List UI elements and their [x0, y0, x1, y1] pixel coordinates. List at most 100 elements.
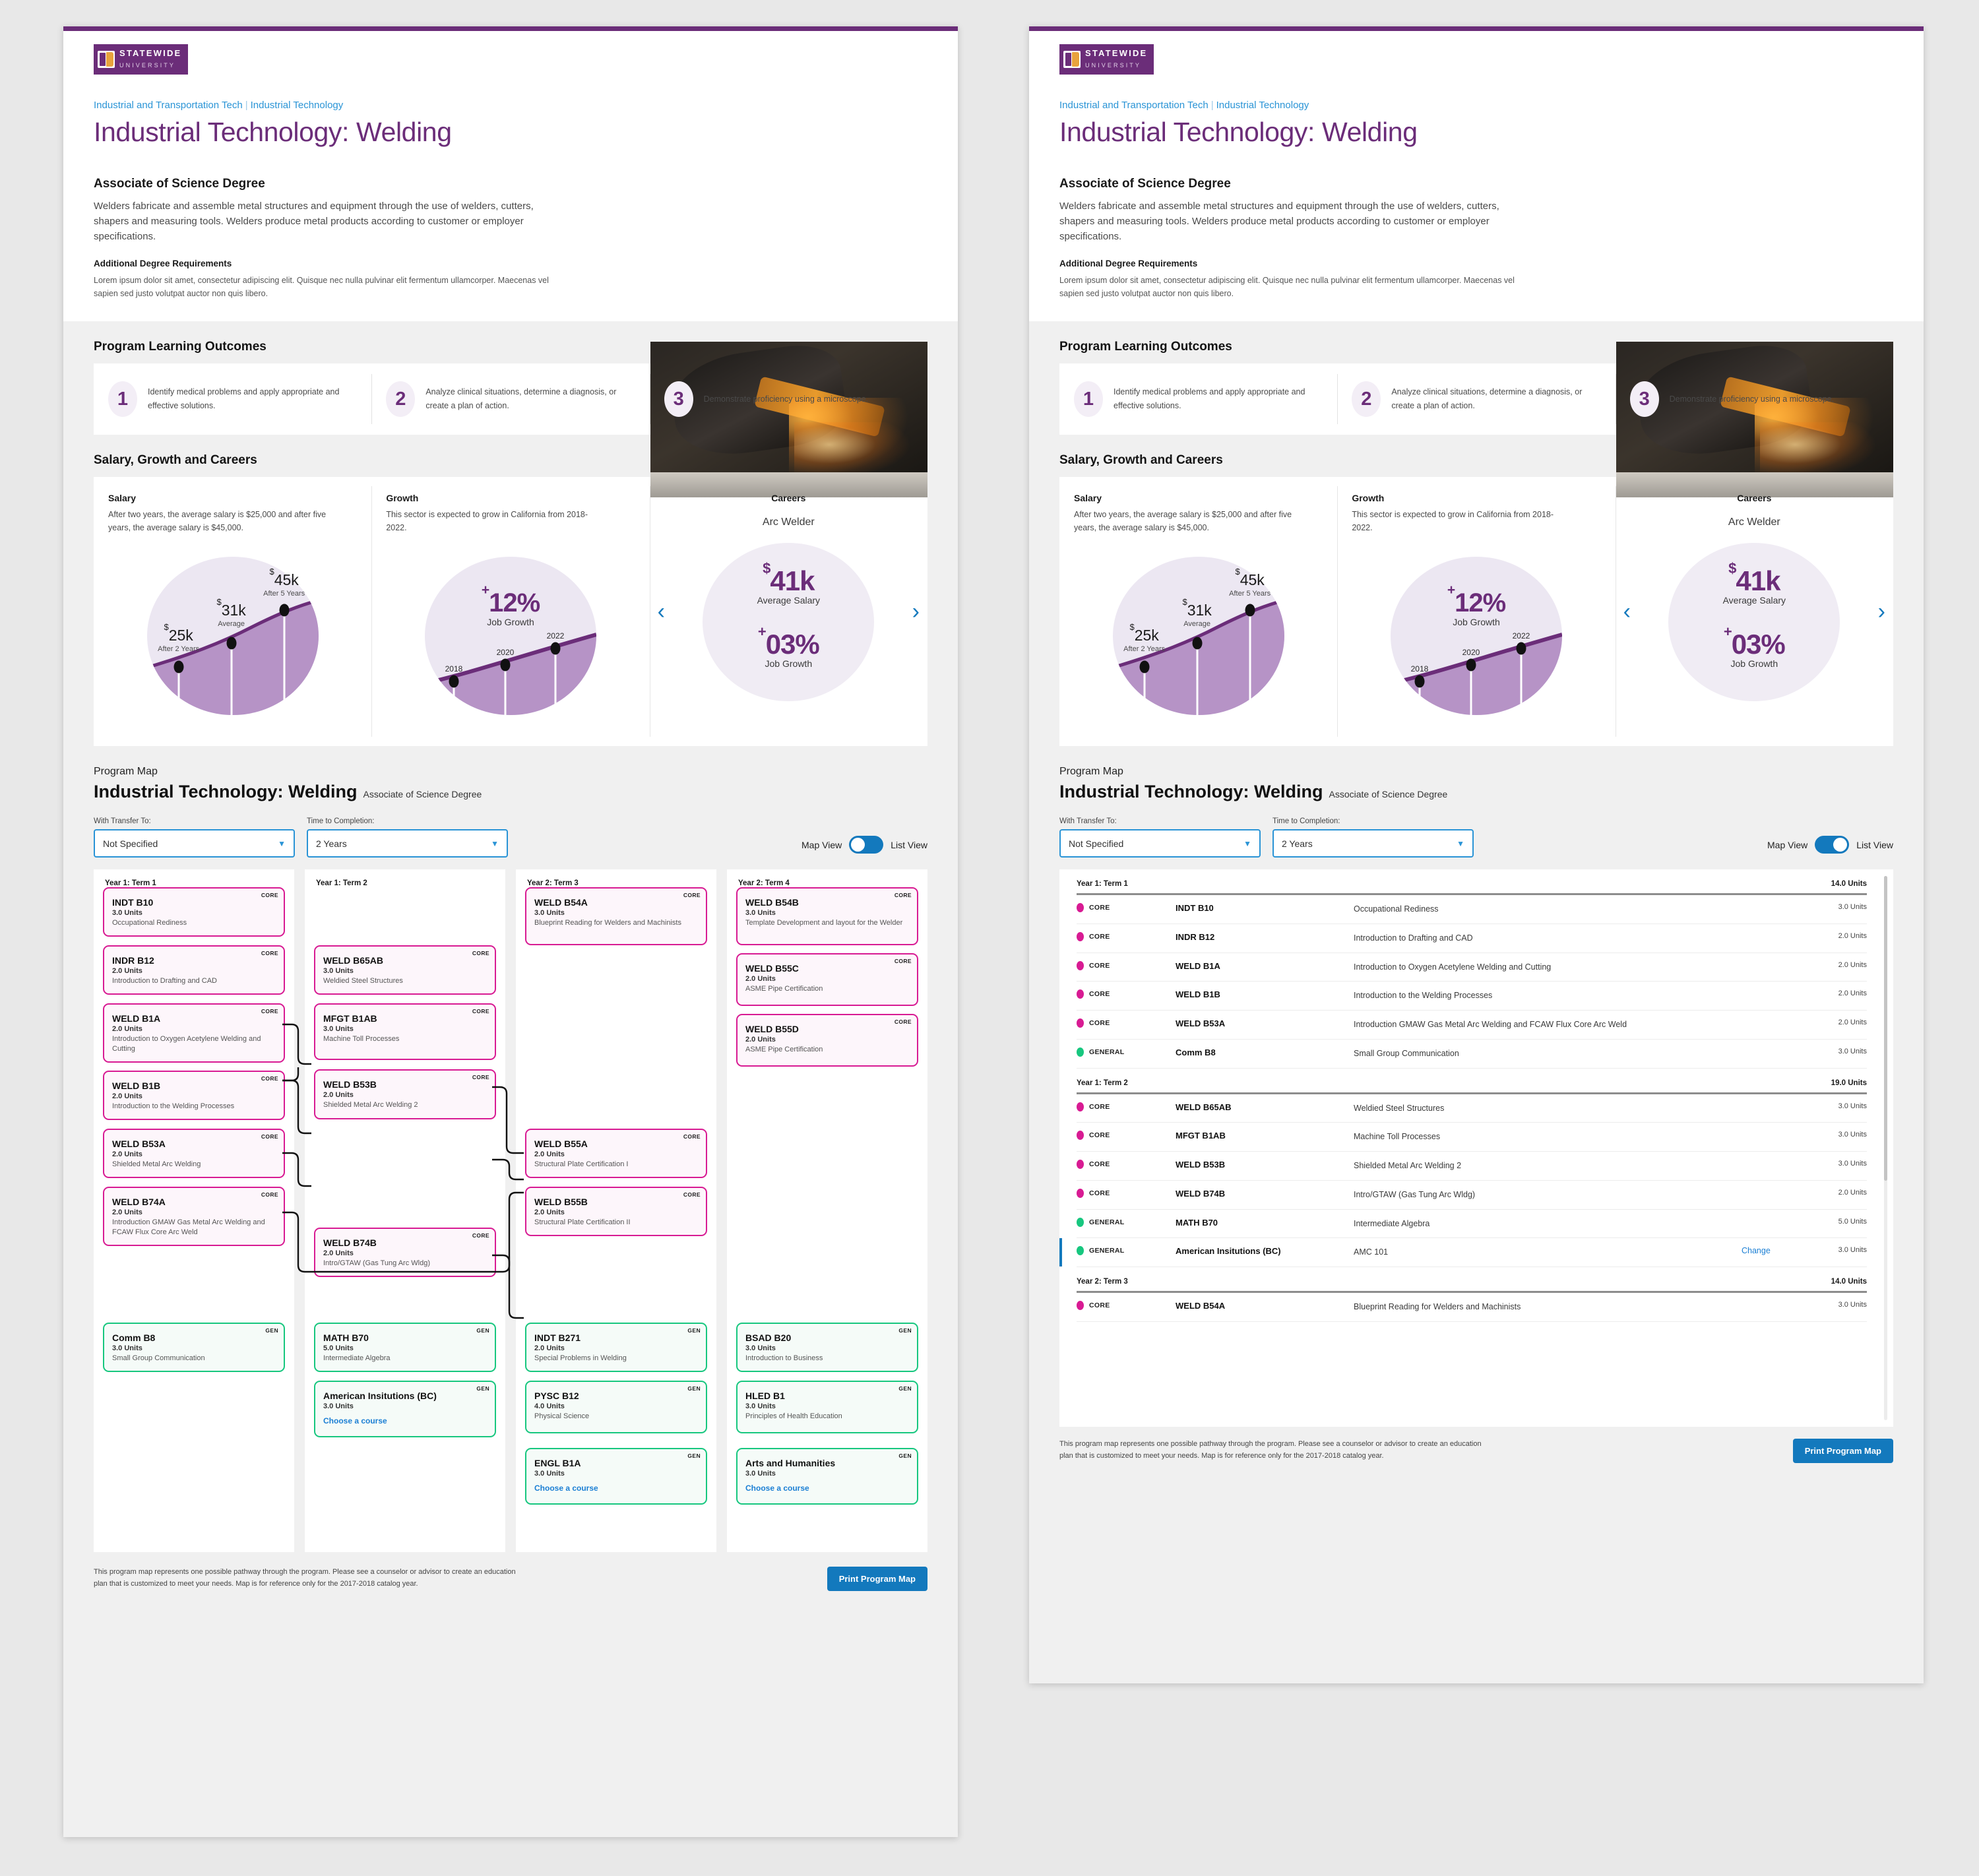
view-toggle-switch[interactable] — [849, 836, 884, 854]
table-row[interactable]: CORE MFGT B1AB Machine Toll Processes 3.0 U… — [1077, 1123, 1867, 1152]
course-card[interactable]: CORE WELD B54A 3.0 Units Blueprint Reading … — [525, 887, 707, 946]
time-select[interactable]: 2 Years ▼ — [307, 829, 508, 858]
course-card[interactable]: CORE WELD B54B 3.0 Units Template Developme… — [736, 887, 918, 946]
table-row[interactable]: CORE WELD B53B Shielded Metal Arc Welding … — [1077, 1152, 1867, 1181]
table-row[interactable]: CORE INDT B10 Occupational Rediness 3.0 Uni… — [1077, 895, 1867, 924]
list-term-header: Year 1: Term 1 14.0 Units — [1077, 869, 1867, 896]
course-card[interactable]: GEN MATH B70 5.0 Units Intermediate Algebra — [314, 1323, 496, 1372]
career-job-title: Arc Welder — [762, 516, 815, 528]
statewide-university-logo[interactable]: STATEWIDE UNIVERSITY — [1059, 44, 1154, 75]
course-card[interactable]: GEN ENGL B1A 3.0 Units Choose a course — [525, 1448, 707, 1505]
chevron-left-icon[interactable]: ‹ — [658, 600, 665, 623]
course-card[interactable]: CORE INDT B10 3.0 Units Occupational Redine… — [103, 887, 285, 937]
list-scrollbar[interactable] — [1884, 876, 1887, 1421]
course-card[interactable]: CORE WELD B74A 2.0 Units Introduction GMAW … — [103, 1187, 285, 1246]
course-units: 2.0 Units — [112, 967, 142, 976]
view-toggle: Map View List View — [801, 836, 927, 854]
table-row[interactable]: CORE WELD B65AB Weldied Steel Structures 3.… — [1077, 1094, 1867, 1123]
growth-year-label: 2018 — [445, 664, 463, 674]
course-type-badge: GEN — [898, 1385, 912, 1392]
breadcrumb-item-1[interactable]: Industrial and Transportation Tech — [1059, 100, 1209, 111]
career-stats-blob: $41k Average Salary +03% Job Growth — [1668, 542, 1840, 701]
breadcrumb-item-2[interactable]: Industrial Technology — [251, 100, 344, 111]
change-course-link[interactable]: Change — [1742, 1246, 1814, 1255]
print-program-map-button[interactable]: Print Program Map — [827, 1567, 927, 1592]
course-type-badge: CORE — [683, 1191, 701, 1199]
table-row[interactable]: GENERAL Comm B8 Small Group Communication 3… — [1077, 1040, 1867, 1069]
course-code: WELD B53A — [112, 1139, 166, 1150]
chevron-down-icon: ▼ — [278, 838, 286, 848]
course-card[interactable]: GEN INDT B271 2.0 Units Special Problems in… — [525, 1323, 707, 1372]
course-units: 3.0 Units — [1838, 1131, 1867, 1139]
course-card[interactable]: GEN Arts and Humanities 3.0 Units Choose a … — [736, 1448, 918, 1505]
breadcrumb-item-2[interactable]: Industrial Technology — [1216, 100, 1309, 111]
course-card[interactable]: GEN PYSC B12 4.0 Units Physical Science — [525, 1381, 707, 1434]
course-type-dot-icon — [1077, 1188, 1084, 1198]
course-type-badge: GEN — [687, 1453, 701, 1460]
table-row[interactable]: GENERAL American Insitutions (BC) AMC 101 C… — [1059, 1238, 1867, 1268]
course-card[interactable]: CORE WELD B65AB 3.0 Units Weldied Steel Str… — [314, 945, 496, 995]
time-select[interactable]: 2 Years ▼ — [1272, 829, 1474, 858]
course-type-badge: GEN — [265, 1327, 278, 1334]
course-kind: CORE — [1077, 1188, 1176, 1198]
view-toggle-switch[interactable] — [1815, 836, 1850, 854]
course-code: WELD B74B — [323, 1237, 377, 1249]
table-row[interactable]: CORE WELD B74B Intro/GTAW (Gas Tung Arc Wl… — [1077, 1181, 1867, 1210]
course-card[interactable]: CORE WELD B53B 2.0 Units Shielded Metal Arc… — [314, 1069, 496, 1120]
course-card[interactable]: GEN American Insitutions (BC) 3.0 Units Cho… — [314, 1381, 496, 1438]
course-kind: GENERAL — [1077, 1047, 1176, 1057]
map-view-label[interactable]: Map View — [801, 840, 842, 850]
growth-sign: + — [1447, 582, 1455, 598]
list-view-label[interactable]: List View — [891, 840, 927, 850]
breadcrumb-item-1[interactable]: Industrial and Transportation Tech — [94, 100, 243, 111]
plo-number: 2 — [1352, 381, 1381, 418]
transfer-select[interactable]: Not Specified ▼ — [1059, 829, 1261, 858]
table-row[interactable]: CORE WELD B54A Blueprint Reading for Welde… — [1077, 1293, 1867, 1322]
course-card[interactable]: CORE WELD B55B 2.0 Units Structural Plate C… — [525, 1187, 707, 1236]
plo-number: 3 — [1629, 381, 1659, 418]
course-kind: CORE — [1077, 1131, 1176, 1141]
table-row[interactable]: CORE WELD B1B Introduction to the Welding … — [1077, 982, 1867, 1011]
course-name: Template Development and layout for the … — [745, 919, 903, 927]
table-row[interactable]: CORE WELD B1A Introduction to Oxygen Acety… — [1077, 953, 1867, 982]
salary-label: $45k After 5 Years — [263, 567, 305, 598]
course-card[interactable]: CORE WELD B53A 2.0 Units Shielded Metal Arc… — [103, 1129, 285, 1178]
course-card[interactable]: CORE WELD B55D 2.0 Units ASME Pipe Certific… — [736, 1014, 918, 1067]
map-view-label[interactable]: Map View — [1767, 840, 1807, 850]
chevron-right-icon[interactable]: › — [1878, 600, 1885, 623]
print-program-map-button[interactable]: Print Program Map — [1792, 1439, 1893, 1464]
chevron-right-icon[interactable]: › — [912, 600, 920, 623]
career-salary-sign: $ — [1728, 559, 1736, 577]
course-code: WELD B54B — [745, 897, 799, 908]
course-card[interactable]: CORE MFGT B1AB 3.0 Units Machine Toll Proce… — [314, 1003, 496, 1061]
choose-a-course-link[interactable]: Choose a course — [323, 1416, 487, 1425]
choose-a-course-link[interactable]: Choose a course — [534, 1484, 698, 1493]
transfer-select[interactable]: Not Specified ▼ — [94, 829, 295, 858]
course-name: Intro/GTAW (Gas Tung Arc Wldg) — [323, 1259, 430, 1268]
list-view-label[interactable]: List View — [1856, 840, 1893, 850]
course-card[interactable]: GEN HLED B1 3.0 Units Principles of Health … — [736, 1381, 918, 1434]
course-kind: CORE — [1077, 931, 1176, 941]
course-card[interactable]: CORE WELD B1B 2.0 Units Introduction to the… — [103, 1071, 285, 1120]
table-row[interactable]: CORE INDR B12 Introduction to Drafting and… — [1077, 924, 1867, 953]
course-card[interactable]: CORE WELD B1A 2.0 Units Introduction to Oxy… — [103, 1003, 285, 1063]
scrollbar-thumb[interactable] — [1884, 876, 1887, 1181]
growth-caption: Job Growth — [1453, 617, 1500, 628]
table-row[interactable]: GENERAL MATH B70 Intermediate Algebra 5.0 U… — [1077, 1210, 1867, 1239]
choose-a-course-link[interactable]: Choose a course — [745, 1484, 909, 1493]
table-row[interactable]: CORE WELD B53A Introduction GMAW Gas Metal… — [1077, 1011, 1867, 1040]
salary-point — [1245, 604, 1255, 617]
chevron-left-icon[interactable]: ‹ — [1623, 600, 1631, 623]
careers-column: Careers Arc Welder ‹ › $41k Average Sala… — [649, 477, 927, 746]
course-name: Machine Toll Processes — [323, 1035, 400, 1044]
course-card[interactable]: GEN Comm B8 3.0 Units Small Group Communica… — [103, 1323, 285, 1372]
salary-currency: $ — [1235, 567, 1240, 577]
course-card[interactable]: CORE WELD B55C 2.0 Units ASME Pipe Certific… — [736, 953, 918, 1007]
course-card[interactable]: CORE INDR B12 2.0 Units Introduction to Dra… — [103, 945, 285, 995]
course-name: Principles of Health Education — [745, 1412, 842, 1421]
course-card[interactable]: GEN BSAD B20 3.0 Units Introduction to Busi… — [736, 1323, 918, 1372]
course-card[interactable]: CORE WELD B74B 2.0 Units Intro/GTAW (Gas Tu… — [314, 1228, 496, 1277]
course-card[interactable]: CORE WELD B55A 2.0 Units Structural Plate C… — [525, 1129, 707, 1178]
course-type-label: GENERAL — [1089, 1218, 1125, 1226]
statewide-university-logo[interactable]: STATEWIDE UNIVERSITY — [94, 44, 189, 75]
